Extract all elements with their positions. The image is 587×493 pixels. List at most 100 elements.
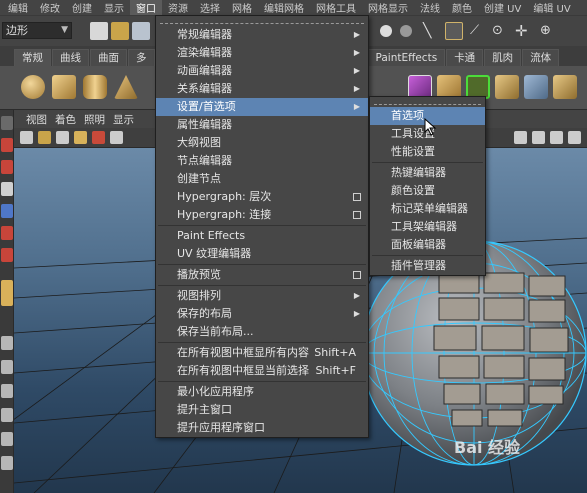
submenu-item-panel-editor[interactable]: 面板编辑器 xyxy=(370,236,485,254)
shelf-tab-curves[interactable]: 曲线 xyxy=(52,49,89,66)
menu-edit[interactable]: 编辑 xyxy=(2,0,34,15)
menu-mesh[interactable]: 网格 xyxy=(226,0,258,15)
option-box-icon[interactable] xyxy=(353,193,361,201)
bevel-icon[interactable] xyxy=(553,75,577,99)
submenu-item-hotkey-editor[interactable]: 热键编辑器 xyxy=(370,164,485,182)
pivot-icon[interactable]: ✛ xyxy=(515,22,533,40)
poly-cylinder-icon[interactable] xyxy=(83,75,107,99)
menu-create-uv[interactable]: 创建 UV xyxy=(478,0,527,15)
menu-item-raise-main-window[interactable]: 提升主窗口 xyxy=(156,401,368,419)
menu-item-saved-layouts[interactable]: 保存的布局 ▶ xyxy=(156,305,368,323)
menu-item-node-editor[interactable]: 节点编辑器 xyxy=(156,152,368,170)
move-tool-icon[interactable] xyxy=(1,182,13,196)
menu-item-outliner[interactable]: 大纲视图 xyxy=(156,134,368,152)
menu-normals[interactable]: 法线 xyxy=(414,0,446,15)
camera-attributes-icon[interactable] xyxy=(38,131,51,144)
menu-item-paint-effects[interactable]: Paint Effects xyxy=(156,227,368,245)
submenu-item-color-settings[interactable]: 颜色设置 xyxy=(370,182,485,200)
menu-item-general-editors[interactable]: 常规编辑器 ▶ xyxy=(156,26,368,44)
viewport-menu-lighting[interactable]: 照明 xyxy=(80,112,109,127)
wireframe-icon[interactable] xyxy=(532,131,545,144)
layout-hypershade-icon[interactable] xyxy=(1,456,13,470)
shelf-tab-fluids[interactable]: 流体 xyxy=(522,49,560,66)
new-scene-icon[interactable] xyxy=(90,22,108,40)
snap-grid-icon[interactable] xyxy=(445,22,463,40)
menu-item-hypergraph-hierarchy[interactable]: Hypergraph: 层次 xyxy=(156,188,368,206)
menu-item-playblast[interactable]: 播放预览 xyxy=(156,266,368,284)
make-live-icon[interactable]: ⊙ xyxy=(492,22,510,40)
viewport-menu-show[interactable]: 显示 xyxy=(109,112,138,127)
menu-item-settings-preferences[interactable]: 设置/首选项 ▶ xyxy=(156,98,368,116)
menu-window[interactable]: 窗口 xyxy=(130,0,162,15)
shelf-tab-toon[interactable]: 卡通 xyxy=(446,49,484,66)
menu-mesh-display[interactable]: 网格显示 xyxy=(362,0,414,15)
menu-item-frame-selection[interactable]: 在所有视图中框显当前选择 Shift+F xyxy=(156,362,368,380)
rotate-tool-icon[interactable] xyxy=(1,204,13,218)
paint-select-tool-icon[interactable] xyxy=(1,160,13,174)
shelf-tab-painteffects[interactable]: PaintEffects xyxy=(367,49,446,66)
snap-view-icon[interactable] xyxy=(400,25,412,37)
textured-icon[interactable] xyxy=(568,131,581,144)
layout-graph-icon[interactable] xyxy=(1,432,13,446)
poly-cube-icon[interactable] xyxy=(52,75,76,99)
menu-display[interactable]: 显示 xyxy=(98,0,130,15)
menu-item-save-current-layout[interactable]: 保存当前布局... xyxy=(156,323,368,341)
grid-toggle-icon[interactable] xyxy=(110,131,123,144)
submenu-item-marking-menu-editor[interactable]: 标记菜单编辑器 xyxy=(370,200,485,218)
poly-sphere-icon[interactable] xyxy=(21,75,45,99)
select-tool-icon[interactable] xyxy=(1,116,13,130)
camera-select-icon[interactable] xyxy=(20,131,33,144)
snap-surface-icon[interactable]: ⟋ xyxy=(470,22,488,40)
menu-item-rendering-editors[interactable]: 渲染编辑器 ▶ xyxy=(156,44,368,62)
submenu-item-performance-settings[interactable]: 性能设置 xyxy=(370,143,485,161)
shelf-tab-surfaces[interactable]: 曲面 xyxy=(90,49,127,66)
menu-item-uv-texture-editor[interactable]: UV 纹理编辑器 xyxy=(156,245,368,263)
layout-split-icon[interactable] xyxy=(1,384,13,398)
split-polygon-icon[interactable] xyxy=(524,75,548,99)
menu-item-create-node[interactable]: 创建节点 xyxy=(156,170,368,188)
shelf-tab-polygons[interactable]: 多 xyxy=(128,49,155,66)
open-scene-icon[interactable] xyxy=(111,22,129,40)
bookmark-icon[interactable] xyxy=(56,131,69,144)
layout-outliner-icon[interactable] xyxy=(1,408,13,422)
grease-pencil-icon[interactable] xyxy=(92,131,105,144)
menu-item-relationship-editors[interactable]: 关系编辑器 ▶ xyxy=(156,80,368,98)
menu-item-view-arrangement[interactable]: 视图排列 ▶ xyxy=(156,287,368,305)
poly-cone-icon[interactable] xyxy=(114,75,138,99)
manipulator-tool-icon[interactable] xyxy=(1,248,13,262)
lasso-tool-icon[interactable] xyxy=(1,138,13,152)
menu-item-animation-editors[interactable]: 动画编辑器 ▶ xyxy=(156,62,368,80)
snap-point-icon[interactable] xyxy=(380,25,392,37)
shelf-tab-general[interactable]: 常规 xyxy=(14,49,51,66)
menu-item-frame-all[interactable]: 在所有视图中框显所有内容 Shift+A xyxy=(156,344,368,362)
layout-single-icon[interactable] xyxy=(1,336,13,350)
xray-icon[interactable] xyxy=(514,131,527,144)
menu-item-attribute-editor[interactable]: 属性编辑器 xyxy=(156,116,368,134)
option-box-icon[interactable] xyxy=(353,211,361,219)
append-polygon-icon[interactable] xyxy=(495,75,519,99)
viewport-menu-shading[interactable]: 着色 xyxy=(51,112,80,127)
menu-create[interactable]: 创建 xyxy=(66,0,98,15)
menu-item-hypergraph-connections[interactable]: Hypergraph: 连接 xyxy=(156,206,368,224)
menu-edit-mesh[interactable]: 编辑网格 xyxy=(258,0,310,15)
shelf-tab-muscle[interactable]: 肌肉 xyxy=(484,49,522,66)
menu-item-minimize-app[interactable]: 最小化应用程序 xyxy=(156,383,368,401)
mode-select[interactable]: 边形 ▼ xyxy=(2,22,72,39)
input-icon[interactable]: ⊕ xyxy=(540,22,558,40)
menu-color[interactable]: 颜色 xyxy=(446,0,478,15)
menu-assets[interactable]: 资源 xyxy=(162,0,194,15)
image-plane-icon[interactable] xyxy=(74,131,87,144)
layout-four-icon[interactable] xyxy=(1,360,13,374)
scale-tool-icon[interactable] xyxy=(1,226,13,240)
smooth-shade-icon[interactable] xyxy=(550,131,563,144)
submenu-item-shelf-editor[interactable]: 工具架编辑器 xyxy=(370,218,485,236)
option-box-icon[interactable] xyxy=(353,271,361,279)
snap-curve-icon[interactable]: ╲ xyxy=(423,22,441,40)
menu-item-raise-app-windows[interactable]: 提升应用程序窗口 xyxy=(156,419,368,437)
menu-select[interactable]: 选择 xyxy=(194,0,226,15)
menu-modify[interactable]: 修改 xyxy=(34,0,66,15)
menu-edit-uv[interactable]: 编辑 UV xyxy=(527,0,576,15)
save-scene-icon[interactable] xyxy=(132,22,150,40)
menu-tearoff[interactable] xyxy=(374,97,481,105)
menu-tearoff[interactable] xyxy=(160,16,364,24)
